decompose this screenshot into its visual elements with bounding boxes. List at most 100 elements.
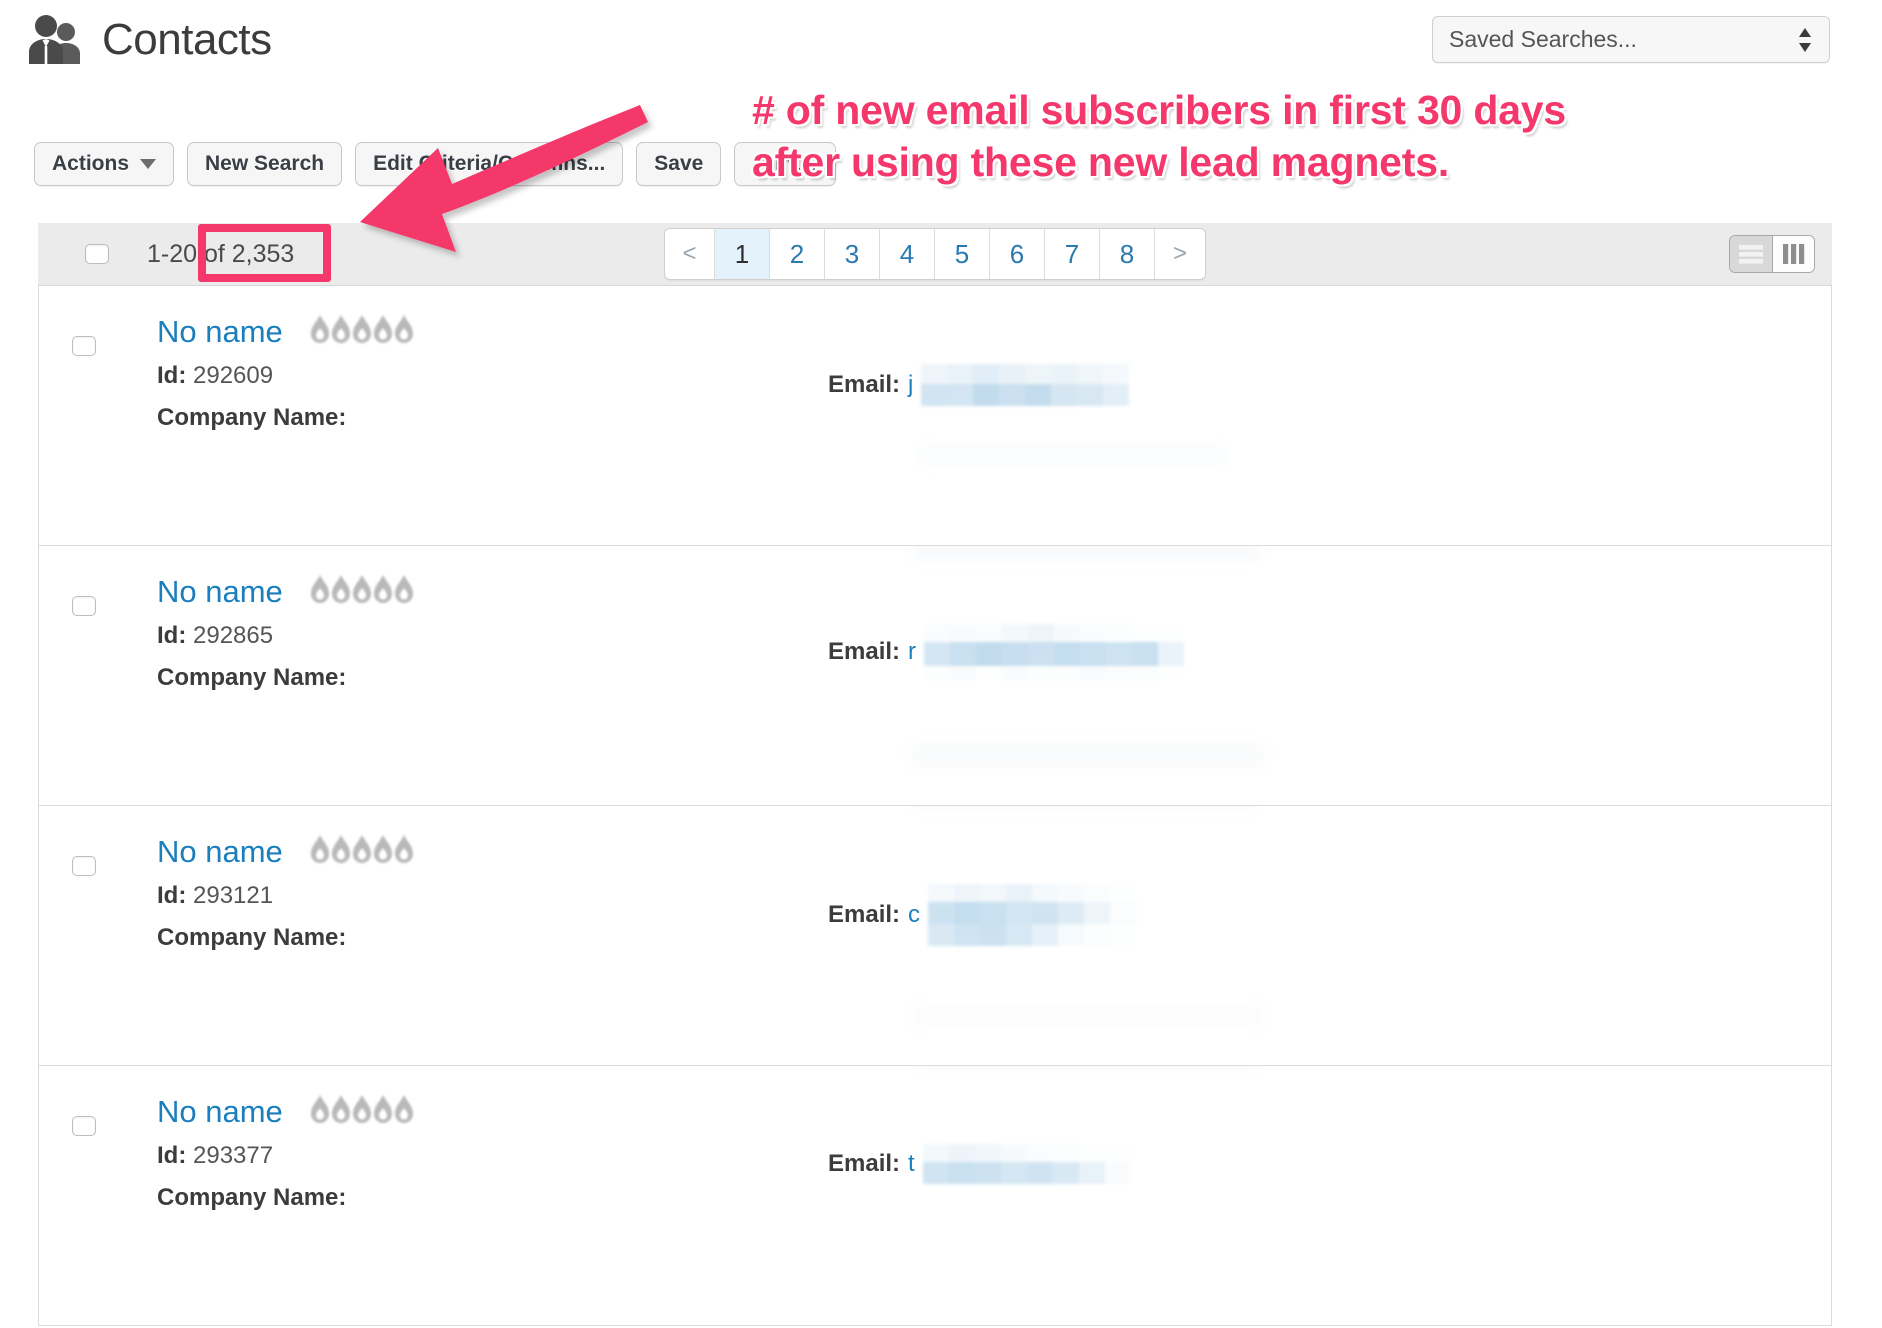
pagination-page-6[interactable]: 6 <box>990 229 1045 279</box>
pagination-page-2[interactable]: 2 <box>770 229 825 279</box>
contact-row[interactable]: No name Id: 292865 Company Name: Email: … <box>38 546 1832 806</box>
contact-id-value: 292609 <box>193 362 274 389</box>
blur-artifact <box>913 1066 1263 1072</box>
actions-button[interactable]: Actions <box>34 142 175 186</box>
contact-id-value: 292865 <box>193 622 274 649</box>
contact-summary: No name Id: 293377 Company Name: <box>157 1094 414 1212</box>
row-select-checkbox[interactable] <box>72 596 96 616</box>
contact-email-field: Email: r <box>828 624 1185 680</box>
row-select-checkbox[interactable] <box>72 1116 96 1136</box>
contact-company-label: Company Name: <box>157 404 347 431</box>
contact-email-label: Email: <box>828 1150 901 1177</box>
page-title: Contacts <box>102 15 272 64</box>
contact-email-field: Email: c <box>828 884 1137 946</box>
contact-summary: No name Id: 293121 Company Name: <box>157 834 414 952</box>
contact-email-first-char: j <box>908 371 914 398</box>
annotation-arrow-icon <box>352 92 662 277</box>
redacted-email-value <box>928 884 1137 946</box>
new-search-button[interactable]: New Search <box>187 142 343 186</box>
row-select-checkbox[interactable] <box>72 336 96 356</box>
page-header: Contacts <box>26 12 272 68</box>
contacts-people-icon <box>26 12 88 68</box>
contact-company-field: Company Name: <box>157 404 414 432</box>
contact-name-link[interactable]: No name <box>157 1096 283 1127</box>
contact-email-field: Email: j <box>828 364 1130 406</box>
contact-name-line: No name <box>157 1094 414 1128</box>
saved-searches-value: Saved Searches... <box>1449 26 1637 52</box>
select-stepper-arrows-icon <box>1797 25 1813 55</box>
lead-score-flames-icon <box>310 834 414 868</box>
chevron-down-icon <box>140 159 157 169</box>
row-select-checkbox[interactable] <box>72 856 96 876</box>
lead-score-flames-icon <box>310 1094 414 1128</box>
saved-searches-select[interactable]: Saved Searches... <box>1432 16 1830 63</box>
contact-company-field: Company Name: <box>157 1184 414 1212</box>
contact-summary: No name Id: 292865 Company Name: <box>157 574 414 692</box>
select-all-checkbox[interactable] <box>85 244 109 264</box>
contact-id-field: Id: 293121 <box>157 882 414 910</box>
redacted-email-value <box>922 1144 1131 1184</box>
view-toggle <box>1729 235 1815 273</box>
redacted-email-value <box>924 624 1185 680</box>
contact-company-field: Company Name: <box>157 664 414 692</box>
contact-email-label: Email: <box>828 638 901 665</box>
redacted-email-value <box>921 364 1130 406</box>
contact-id-label: Id: <box>157 362 187 389</box>
contact-id-field: Id: 292609 <box>157 362 414 390</box>
pagination-page-5[interactable]: 5 <box>935 229 990 279</box>
annotation-line-2: after using these new lead magnets. <box>752 139 1450 186</box>
contact-email-first-char: t <box>908 1150 915 1177</box>
pagination-page-1[interactable]: 1 <box>715 229 770 279</box>
contact-name-link[interactable]: No name <box>157 836 283 867</box>
results-toolbar: 1-20 of 2,353 < 1 2 3 4 5 6 7 8 > <box>38 223 1832 286</box>
contact-email-label: Email: <box>828 371 901 398</box>
pagination-page-7[interactable]: 7 <box>1045 229 1100 279</box>
contact-company-label: Company Name: <box>157 1184 347 1211</box>
contact-id-value: 293377 <box>193 1142 274 1169</box>
annotation-line-1: # of new email subscribers in first 30 d… <box>752 86 1567 133</box>
contact-id-field: Id: 292865 <box>157 622 414 650</box>
contact-email-first-char: r <box>908 638 917 665</box>
contact-row[interactable]: No name Id: 292609 Company Name: Email: … <box>38 286 1832 546</box>
contact-name-link[interactable]: No name <box>157 576 283 607</box>
column-view-icon[interactable] <box>1772 236 1814 272</box>
contact-company-label: Company Name: <box>157 664 347 691</box>
contact-company-label: Company Name: <box>157 924 347 951</box>
screenshot-root: Contacts Saved Searches... Actions New S… <box>0 0 1882 1328</box>
contact-name-line: No name <box>157 574 414 608</box>
results-panel: 1-20 of 2,353 < 1 2 3 4 5 6 7 8 > No nam… <box>38 223 1832 1326</box>
blur-artifact <box>913 1004 1263 1028</box>
blur-artifact <box>918 444 1228 466</box>
actions-button-label: Actions <box>52 152 130 175</box>
contact-name-line: No name <box>157 834 414 868</box>
result-count: 1-20 of 2,353 <box>147 239 295 268</box>
pagination-page-4[interactable]: 4 <box>880 229 935 279</box>
contact-row[interactable]: No name Id: 293121 Company Name: Email: … <box>38 806 1832 1066</box>
blur-artifact <box>911 806 1259 810</box>
contact-id-field: Id: 293377 <box>157 1142 414 1170</box>
contact-id-label: Id: <box>157 882 187 909</box>
pagination: < 1 2 3 4 5 6 7 8 > <box>664 228 1206 280</box>
list-view-icon[interactable] <box>1730 236 1772 272</box>
blur-artifact <box>911 742 1265 768</box>
contact-id-label: Id: <box>157 1142 187 1169</box>
pagination-prev[interactable]: < <box>665 229 715 279</box>
contact-email-label: Email: <box>828 901 901 928</box>
lead-score-flames-icon <box>310 574 414 608</box>
pagination-page-3[interactable]: 3 <box>825 229 880 279</box>
pagination-next[interactable]: > <box>1155 229 1205 279</box>
contact-row[interactable]: No name Id: 293377 Company Name: Email: … <box>38 1066 1832 1326</box>
pagination-page-8[interactable]: 8 <box>1100 229 1155 279</box>
contact-company-field: Company Name: <box>157 924 414 952</box>
contact-email-first-char: c <box>908 901 921 928</box>
contact-name-line: No name <box>157 314 414 348</box>
print-button[interactable]: Print... <box>734 142 836 186</box>
lead-score-flames-icon <box>310 314 414 348</box>
contact-name-link[interactable]: No name <box>157 316 283 347</box>
contact-email-field: Email: t <box>828 1144 1131 1184</box>
contact-id-label: Id: <box>157 622 187 649</box>
annotation-callout-text: # of new email subscribers in first 30 d… <box>752 84 1872 189</box>
contact-summary: No name Id: 292609 Company Name: <box>157 314 414 432</box>
contact-id-value: 293121 <box>193 882 274 909</box>
blur-artifact <box>913 546 1259 561</box>
